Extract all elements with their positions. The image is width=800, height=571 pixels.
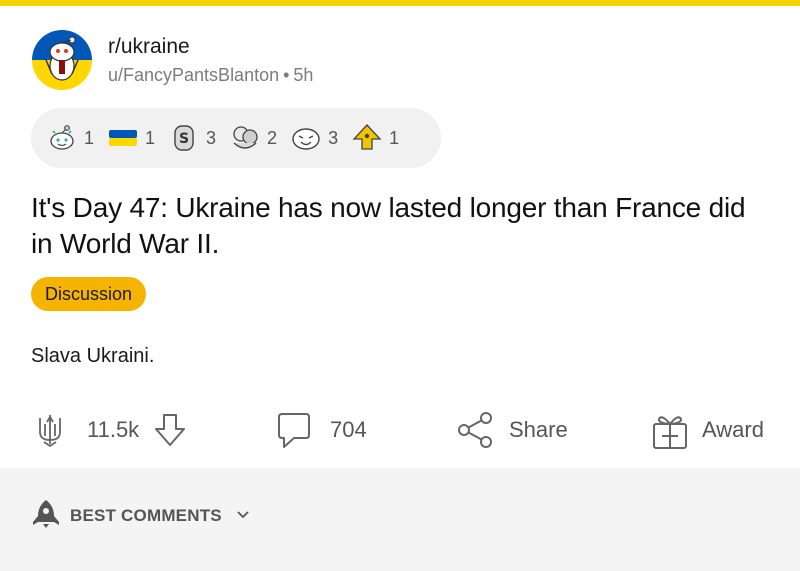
subreddit-name[interactable]: r/ukraine <box>108 34 313 60</box>
author-name[interactable]: u/FancyPantsBlanton <box>108 65 279 85</box>
subreddit-avatar[interactable] <box>32 30 92 90</box>
comment-sort-label: BEST COMMENTS <box>70 505 222 525</box>
vote-group: 11.5k <box>36 400 187 460</box>
upvote-trident-icon[interactable] <box>36 412 64 448</box>
vote-score: 11.5k <box>87 417 140 442</box>
share-icon <box>456 410 494 450</box>
rocket-icon <box>32 498 60 533</box>
byline-separator: • <box>283 65 290 85</box>
silver-coin-icon: S <box>167 121 201 155</box>
downvote-arrow-icon[interactable] <box>153 412 187 448</box>
award-silver: S 3 <box>167 121 216 155</box>
award-count: 1 <box>389 127 400 148</box>
award-count: 3 <box>206 127 217 148</box>
post-flair[interactable]: Discussion <box>31 277 147 311</box>
subreddit-avatar-image <box>32 30 92 90</box>
top-accent-strip <box>0 0 800 6</box>
post-header: r/ukraine u/FancyPantsBlanton • 5h <box>32 28 313 92</box>
comment-bubble-icon <box>276 410 312 450</box>
laughing-face-icon <box>289 121 323 155</box>
comment-sort-selector[interactable]: BEST COMMENTS <box>32 498 250 533</box>
ukraine-flag-icon <box>106 121 140 155</box>
award-label: Award <box>702 417 764 442</box>
snoo-award-icon <box>45 121 79 155</box>
wholesome-hug-icon <box>228 121 262 155</box>
award-snoo: 1 <box>45 121 94 155</box>
post-byline: u/FancyPantsBlanton • 5h <box>108 64 313 86</box>
post-body: Slava Ukraini. <box>31 345 155 367</box>
award-laughing: 3 <box>289 121 338 155</box>
award-hug: 2 <box>228 121 277 155</box>
award-ukraine-flag: 1 <box>106 121 155 155</box>
comments-button[interactable]: 704 <box>276 400 367 460</box>
post-title[interactable]: It's Day 47: Ukraine has now lasted long… <box>31 190 771 262</box>
award-count: 1 <box>84 127 95 148</box>
award-count: 3 <box>328 127 339 148</box>
award-button[interactable]: Award <box>652 400 764 460</box>
awards-bar[interactable]: 1 1 S 3 2 3 1 <box>31 108 441 168</box>
share-button[interactable]: Share <box>456 400 568 460</box>
post-actions-bar: 11.5k 704 Share Award <box>0 400 800 460</box>
gift-icon <box>652 410 688 450</box>
award-helpful: 1 <box>350 121 399 155</box>
post-age: 5h <box>293 65 314 85</box>
helpful-award-icon <box>350 121 384 155</box>
comment-count: 704 <box>330 417 367 442</box>
svg-text:S: S <box>179 131 189 147</box>
chevron-down-icon <box>236 507 250 525</box>
award-count: 1 <box>145 127 156 148</box>
award-count: 2 <box>267 127 278 148</box>
share-label: Share <box>509 417 568 442</box>
